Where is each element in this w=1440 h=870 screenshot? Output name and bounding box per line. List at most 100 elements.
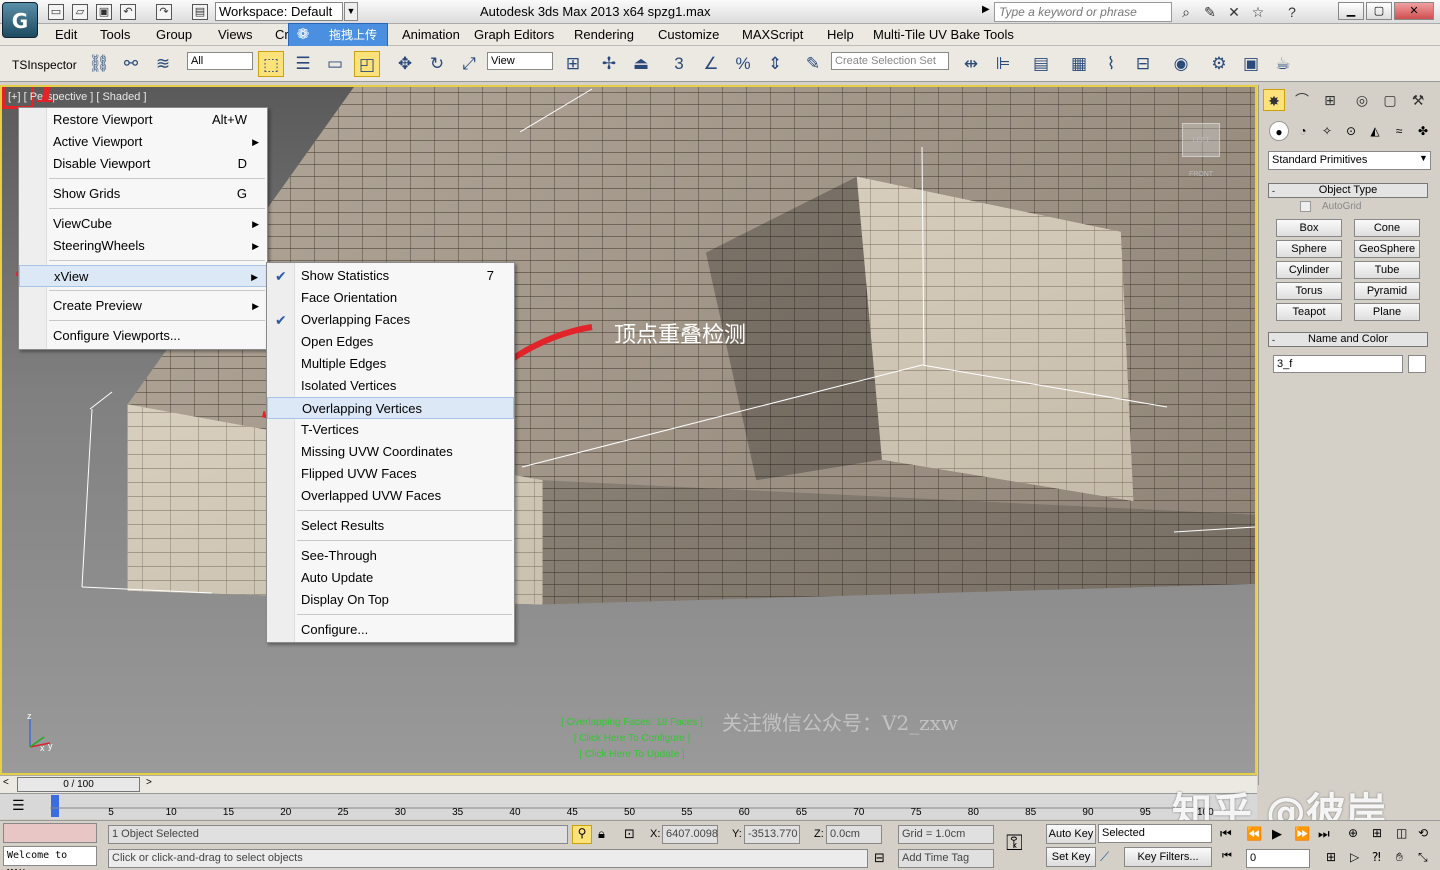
- zoom-extents-icon[interactable]: ⊕: [1348, 826, 1358, 840]
- hierarchy-tab-icon[interactable]: ⊞: [1319, 89, 1341, 111]
- object-type-rollout[interactable]: Object Type: [1268, 183, 1428, 198]
- tangent-icon[interactable]: ⟋: [1100, 849, 1109, 865]
- undo-icon[interactable]: ↶: [120, 4, 136, 20]
- time-slider[interactable]: [0, 775, 1257, 793]
- menu-isolated-vertices[interactable]: Isolated Vertices: [267, 375, 514, 397]
- pivot-icon[interactable]: ⊞: [560, 51, 586, 77]
- menu-customize[interactable]: Customize: [658, 27, 719, 42]
- autogrid-checkbox[interactable]: [1300, 201, 1311, 212]
- shapes-icon[interactable]: ◔: [1293, 121, 1313, 141]
- object-name-field[interactable]: 3_f: [1273, 355, 1403, 373]
- scale-icon[interactable]: ⤢: [456, 51, 482, 77]
- pan-icon[interactable]: ✋︎: [1396, 850, 1403, 865]
- render-frame-icon[interactable]: ▣: [1238, 51, 1264, 77]
- menu-xview[interactable]: xView ▶: [19, 265, 267, 287]
- menu-display-on-top[interactable]: Display On Top: [267, 589, 514, 611]
- helpers-icon[interactable]: ◭: [1365, 121, 1385, 141]
- menu-show-statistics[interactable]: ✔ Show Statistics 7: [267, 265, 514, 287]
- workspace-dropdown[interactable]: Workspace: Default: [215, 2, 343, 21]
- maximize-button[interactable]: ▢: [1366, 2, 1392, 20]
- absolute-mode-icon[interactable]: ⊡: [624, 826, 635, 842]
- name-and-color-rollout[interactable]: Name and Color: [1268, 332, 1428, 347]
- current-frame-field[interactable]: 0: [1246, 849, 1310, 868]
- space-warps-icon[interactable]: ≈: [1389, 121, 1409, 141]
- field-of-view-icon[interactable]: ◫: [1396, 826, 1407, 840]
- orbit-icon[interactable]: ⟲: [1418, 826, 1428, 840]
- zoom-icon[interactable]: ▷: [1350, 850, 1359, 864]
- sphere-button[interactable]: Sphere: [1276, 240, 1342, 258]
- dropdown-arrow-icon[interactable]: ▼: [1419, 153, 1428, 163]
- rollout-collapse-icon[interactable]: -: [1272, 186, 1275, 196]
- menu-viewcube[interactable]: ViewCube ▶: [19, 213, 267, 235]
- snap-3d-icon[interactable]: 3: [666, 51, 692, 77]
- viewport-plus-menu[interactable]: [+]: [8, 91, 21, 103]
- maxscript-listener-input[interactable]: [3, 823, 97, 843]
- teapot-icon[interactable]: ☕: [1270, 51, 1296, 77]
- primitive-type-dropdown[interactable]: Standard Primitives: [1268, 151, 1431, 170]
- key-mode-dropdown[interactable]: Selected: [1098, 824, 1212, 843]
- teapot-button[interactable]: Teapot: [1276, 303, 1342, 321]
- lights-icon[interactable]: ✧: [1317, 121, 1337, 141]
- x-coordinate-field[interactable]: 6407.0098: [662, 825, 718, 844]
- menu-disable-viewport[interactable]: Disable Viewport D: [19, 153, 267, 175]
- new-file-icon[interactable]: ▭: [48, 4, 64, 20]
- object-color-swatch[interactable]: [1408, 355, 1426, 373]
- tube-button[interactable]: Tube: [1354, 261, 1420, 279]
- menu-edit[interactable]: Edit: [55, 27, 77, 42]
- time-next-icon[interactable]: >: [146, 777, 152, 788]
- binoculars-icon[interactable]: ⌕: [1176, 3, 1196, 21]
- key-filters-button[interactable]: Key Filters...: [1124, 847, 1212, 867]
- unlink-icon[interactable]: ⚯: [118, 51, 144, 77]
- isolate-icon[interactable]: ⚲: [572, 825, 592, 844]
- time-slider-thumb[interactable]: 0 / 100: [17, 777, 140, 792]
- communication-icon[interactable]: ✕: [1224, 3, 1244, 21]
- menu-tools[interactable]: Tools: [100, 27, 130, 42]
- spinner-snap-icon[interactable]: ⇕: [762, 51, 788, 77]
- menu-multi-tile-uv-bake[interactable]: Multi-Tile UV Bake Tools: [873, 27, 1014, 42]
- minimize-button[interactable]: ▁: [1338, 2, 1364, 20]
- redo-icon[interactable]: ↷: [156, 4, 172, 20]
- select-manipulate-icon[interactable]: ✢: [596, 51, 622, 77]
- auto-key-button[interactable]: Auto Key: [1046, 824, 1096, 844]
- torus-button[interactable]: Torus: [1276, 282, 1342, 300]
- geosphere-button[interactable]: GeoSphere: [1354, 240, 1420, 258]
- set-key-icon[interactable]: ⚿: [1006, 830, 1023, 856]
- move-icon[interactable]: ✥: [392, 51, 418, 77]
- menu-animation[interactable]: Animation: [402, 27, 460, 42]
- percent-snap-icon[interactable]: %: [730, 51, 756, 77]
- menu-restore-viewport[interactable]: Restore Viewport Alt+W: [19, 109, 267, 131]
- modify-tab-icon[interactable]: ⌒: [1291, 89, 1313, 111]
- keyword-search-input[interactable]: Type a keyword or phrase: [994, 2, 1172, 22]
- prev-frame-icon[interactable]: ⏪: [1246, 826, 1262, 842]
- menu-views[interactable]: Views: [218, 27, 252, 42]
- link-icon[interactable]: ⛓: [86, 51, 112, 77]
- app-menu-button[interactable]: G: [2, 2, 38, 38]
- maximize-viewport-icon[interactable]: ⤡: [1418, 850, 1428, 865]
- menu-missing-uvw[interactable]: Missing UVW Coordinates: [267, 441, 514, 463]
- save-file-icon[interactable]: ▣: [96, 4, 112, 20]
- rect-region-icon[interactable]: ▭: [322, 51, 348, 77]
- cylinder-button[interactable]: Cylinder: [1276, 261, 1342, 279]
- keyboard-shortcut-icon[interactable]: ⏏: [628, 51, 654, 77]
- bind-space-warp-icon[interactable]: ≋: [150, 51, 176, 77]
- motion-tab-icon[interactable]: ◎: [1351, 89, 1373, 111]
- play-icon[interactable]: ▶: [1272, 826, 1282, 842]
- named-selection-set-dropdown[interactable]: Create Selection Set: [831, 52, 949, 70]
- selection-filter-dropdown[interactable]: All: [187, 52, 253, 70]
- menu-open-edges[interactable]: Open Edges: [267, 331, 514, 353]
- render-setup-icon[interactable]: ⚙: [1206, 51, 1232, 77]
- menu-configure-viewports[interactable]: Configure Viewports...: [19, 325, 267, 347]
- project-folder-icon[interactable]: ▤: [192, 4, 208, 20]
- menu-multiple-edges[interactable]: Multiple Edges: [267, 353, 514, 375]
- xview-stats[interactable]: [ Overlapping Faces: 18 Faces ] [ Click …: [542, 715, 722, 763]
- zoom-extents-all-icon[interactable]: ⊞: [1372, 826, 1382, 840]
- z-coordinate-field[interactable]: 0.0cm: [826, 825, 882, 844]
- angle-snap-icon[interactable]: ∠: [698, 51, 724, 77]
- menu-t-vertices[interactable]: T-Vertices: [267, 419, 514, 441]
- box-button[interactable]: Box: [1276, 219, 1342, 237]
- key-mode-toggle-icon[interactable]: ⏮: [1222, 850, 1232, 863]
- menu-see-through[interactable]: See-Through: [267, 545, 514, 567]
- systems-icon[interactable]: ✤: [1413, 121, 1433, 141]
- open-file-icon[interactable]: ▱: [72, 4, 88, 20]
- search-arrow-icon[interactable]: ▶: [982, 4, 992, 15]
